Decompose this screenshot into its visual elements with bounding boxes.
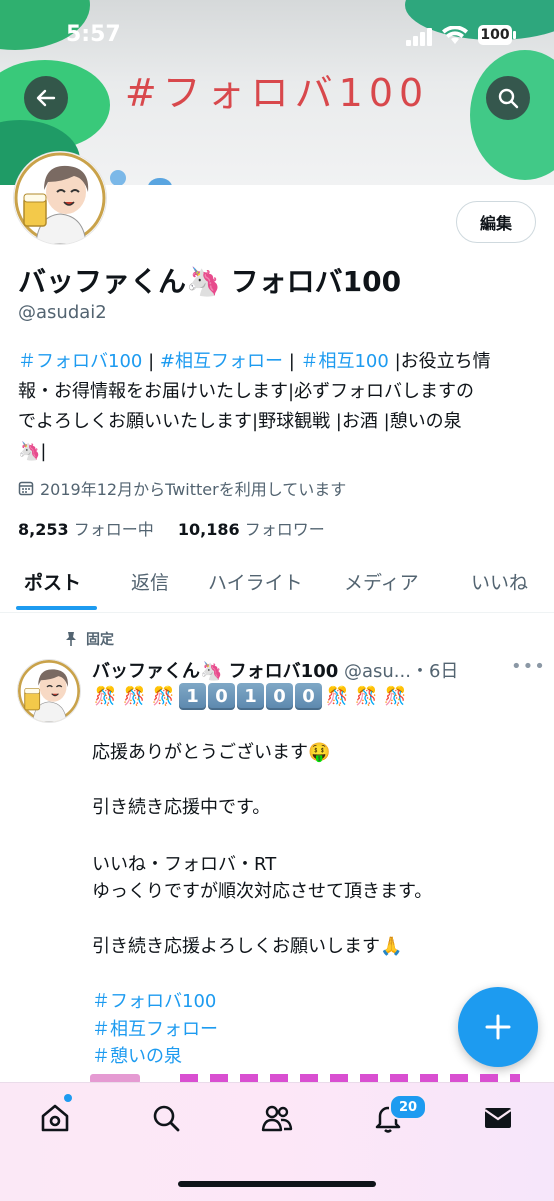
wifi-icon	[442, 26, 468, 44]
keycap-digit: 0	[208, 683, 235, 710]
nav-search[interactable]	[146, 1098, 186, 1138]
post-hashtag[interactable]: ＃憩いの泉	[92, 1042, 182, 1068]
edit-profile-button[interactable]: 編集	[456, 201, 536, 243]
plus-icon	[485, 1014, 511, 1040]
party-popper-icon: 🎊	[123, 686, 146, 707]
post-text-line: いいね・フォロバ・RT	[92, 854, 277, 875]
search-button[interactable]	[486, 76, 530, 120]
tab-media[interactable]: メディア	[344, 568, 419, 595]
banner-dot	[148, 178, 172, 185]
bio-hashtag[interactable]: ＃相互100	[300, 351, 388, 372]
bio-line: 報・お得情報をお届けいたします|必ずフォロバしますの	[18, 381, 475, 402]
back-button[interactable]	[24, 76, 68, 120]
home-unread-dot	[64, 1094, 72, 1102]
nav-home[interactable]	[35, 1098, 75, 1138]
post-author-avatar[interactable]	[18, 660, 80, 722]
following-link[interactable]: 8,253 フォロー中	[18, 520, 154, 539]
following-count: 8,253	[18, 520, 69, 539]
notification-badge: 20	[389, 1094, 427, 1120]
communities-icon	[261, 1105, 293, 1132]
post-hashtag[interactable]: ＃相互フォロー	[92, 1015, 218, 1041]
keycap-digit: 0	[295, 683, 322, 710]
compose-post-button[interactable]	[458, 987, 538, 1067]
profile-bio: ＃フォロバ100 | #相互フォロー | ＃相互100 |お役立ち情 報・お得情…	[18, 347, 538, 467]
pinned-indicator: 固定	[64, 629, 114, 649]
tab-posts[interactable]: ポスト	[24, 568, 81, 595]
pin-icon	[66, 632, 76, 646]
post-header: バッファくん🦄 フォロバ100 @asu...・6日	[92, 657, 458, 683]
avatar-illustration	[18, 660, 80, 722]
display-name: バッファくん🦄 フォロバ100	[18, 265, 402, 298]
bio-hashtag[interactable]: #相互フォロー	[160, 351, 283, 372]
pinned-label: 固定	[86, 632, 114, 648]
more-options-icon[interactable]: •••	[511, 656, 546, 677]
follow-stats: 8,253 フォロー中 10,186 フォロワー	[18, 516, 325, 540]
post-text-line: 引き続き応援中です。	[92, 797, 271, 818]
post-emoji-row: 🎊 🎊 🎊 1 0 1 0 0 🎊 🎊 🎊	[92, 683, 409, 710]
keycap-digit: 1	[179, 683, 206, 710]
post-text-line: 応援ありがとうございます🤑	[92, 742, 331, 763]
bio-separator: |	[282, 351, 301, 372]
user-handle: @asudai2	[18, 302, 107, 323]
search-icon	[153, 1105, 180, 1132]
joined-date: 2019年12月からTwitterを利用しています	[18, 476, 346, 500]
party-popper-icon: 🎊	[326, 686, 349, 707]
bio-separator: |	[142, 351, 160, 372]
followers-count: 10,186	[177, 520, 240, 539]
keycap-digit: 0	[266, 683, 293, 710]
battery-icon: 100	[478, 25, 512, 45]
profile-avatar[interactable]	[14, 152, 106, 244]
followers-link[interactable]: 10,186 フォロワー	[178, 520, 325, 539]
post-text-line: ゆっくりですが順次対応させて頂きます。	[92, 881, 433, 902]
following-label: フォロー中	[68, 520, 154, 539]
battery-level: 100	[480, 27, 510, 43]
nav-communities[interactable]	[257, 1098, 297, 1138]
bio-line: でよろしくお願いいたします|野球観戦 |お酒 |憩いの泉	[18, 411, 462, 432]
party-popper-icon: 🎊	[152, 686, 175, 707]
status-time: 5:57	[66, 22, 121, 47]
party-popper-icon: 🎊	[384, 686, 407, 707]
calendar-icon	[18, 481, 34, 496]
post-text-line: 引き続き応援よろしくお願いします🙏	[92, 936, 403, 957]
search-icon	[498, 88, 519, 109]
back-arrow-icon	[36, 89, 56, 107]
active-tab-indicator	[16, 606, 97, 610]
party-popper-icon: 🎊	[355, 686, 378, 707]
followers-label: フォロワー	[239, 520, 325, 539]
bio-line: ＃フォロバ100 | #相互フォロー | ＃相互100 |お役立ち情	[18, 347, 538, 377]
bio-text: |お役立ち情	[388, 351, 491, 372]
battery-tip	[513, 31, 516, 39]
joined-text: 2019年12月からTwitterを利用しています	[40, 480, 347, 499]
banner-dot	[110, 170, 126, 185]
bio-line: 🦄|	[18, 441, 47, 462]
post-author-name[interactable]: バッファくん🦄 フォロバ100	[92, 661, 338, 682]
avatar-illustration	[14, 152, 106, 244]
cellular-signal-icon	[406, 28, 432, 46]
nav-messages[interactable]	[478, 1098, 518, 1138]
home-icon	[41, 1104, 69, 1132]
tab-highlights[interactable]: ハイライト	[208, 568, 303, 595]
party-popper-icon: 🎊	[94, 686, 117, 707]
tab-replies[interactable]: 返信	[131, 568, 169, 595]
post-hashtag[interactable]: ＃フォロバ100	[92, 987, 216, 1013]
banner-title: #フォロバ100	[124, 71, 430, 115]
post-meta: @asu...・6日	[338, 661, 459, 682]
keycap-digit: 1	[237, 683, 264, 710]
tab-likes[interactable]: いいね	[471, 568, 528, 595]
envelope-icon	[484, 1108, 512, 1128]
bio-hashtag[interactable]: ＃フォロバ100	[18, 351, 142, 372]
home-indicator	[178, 1181, 376, 1187]
